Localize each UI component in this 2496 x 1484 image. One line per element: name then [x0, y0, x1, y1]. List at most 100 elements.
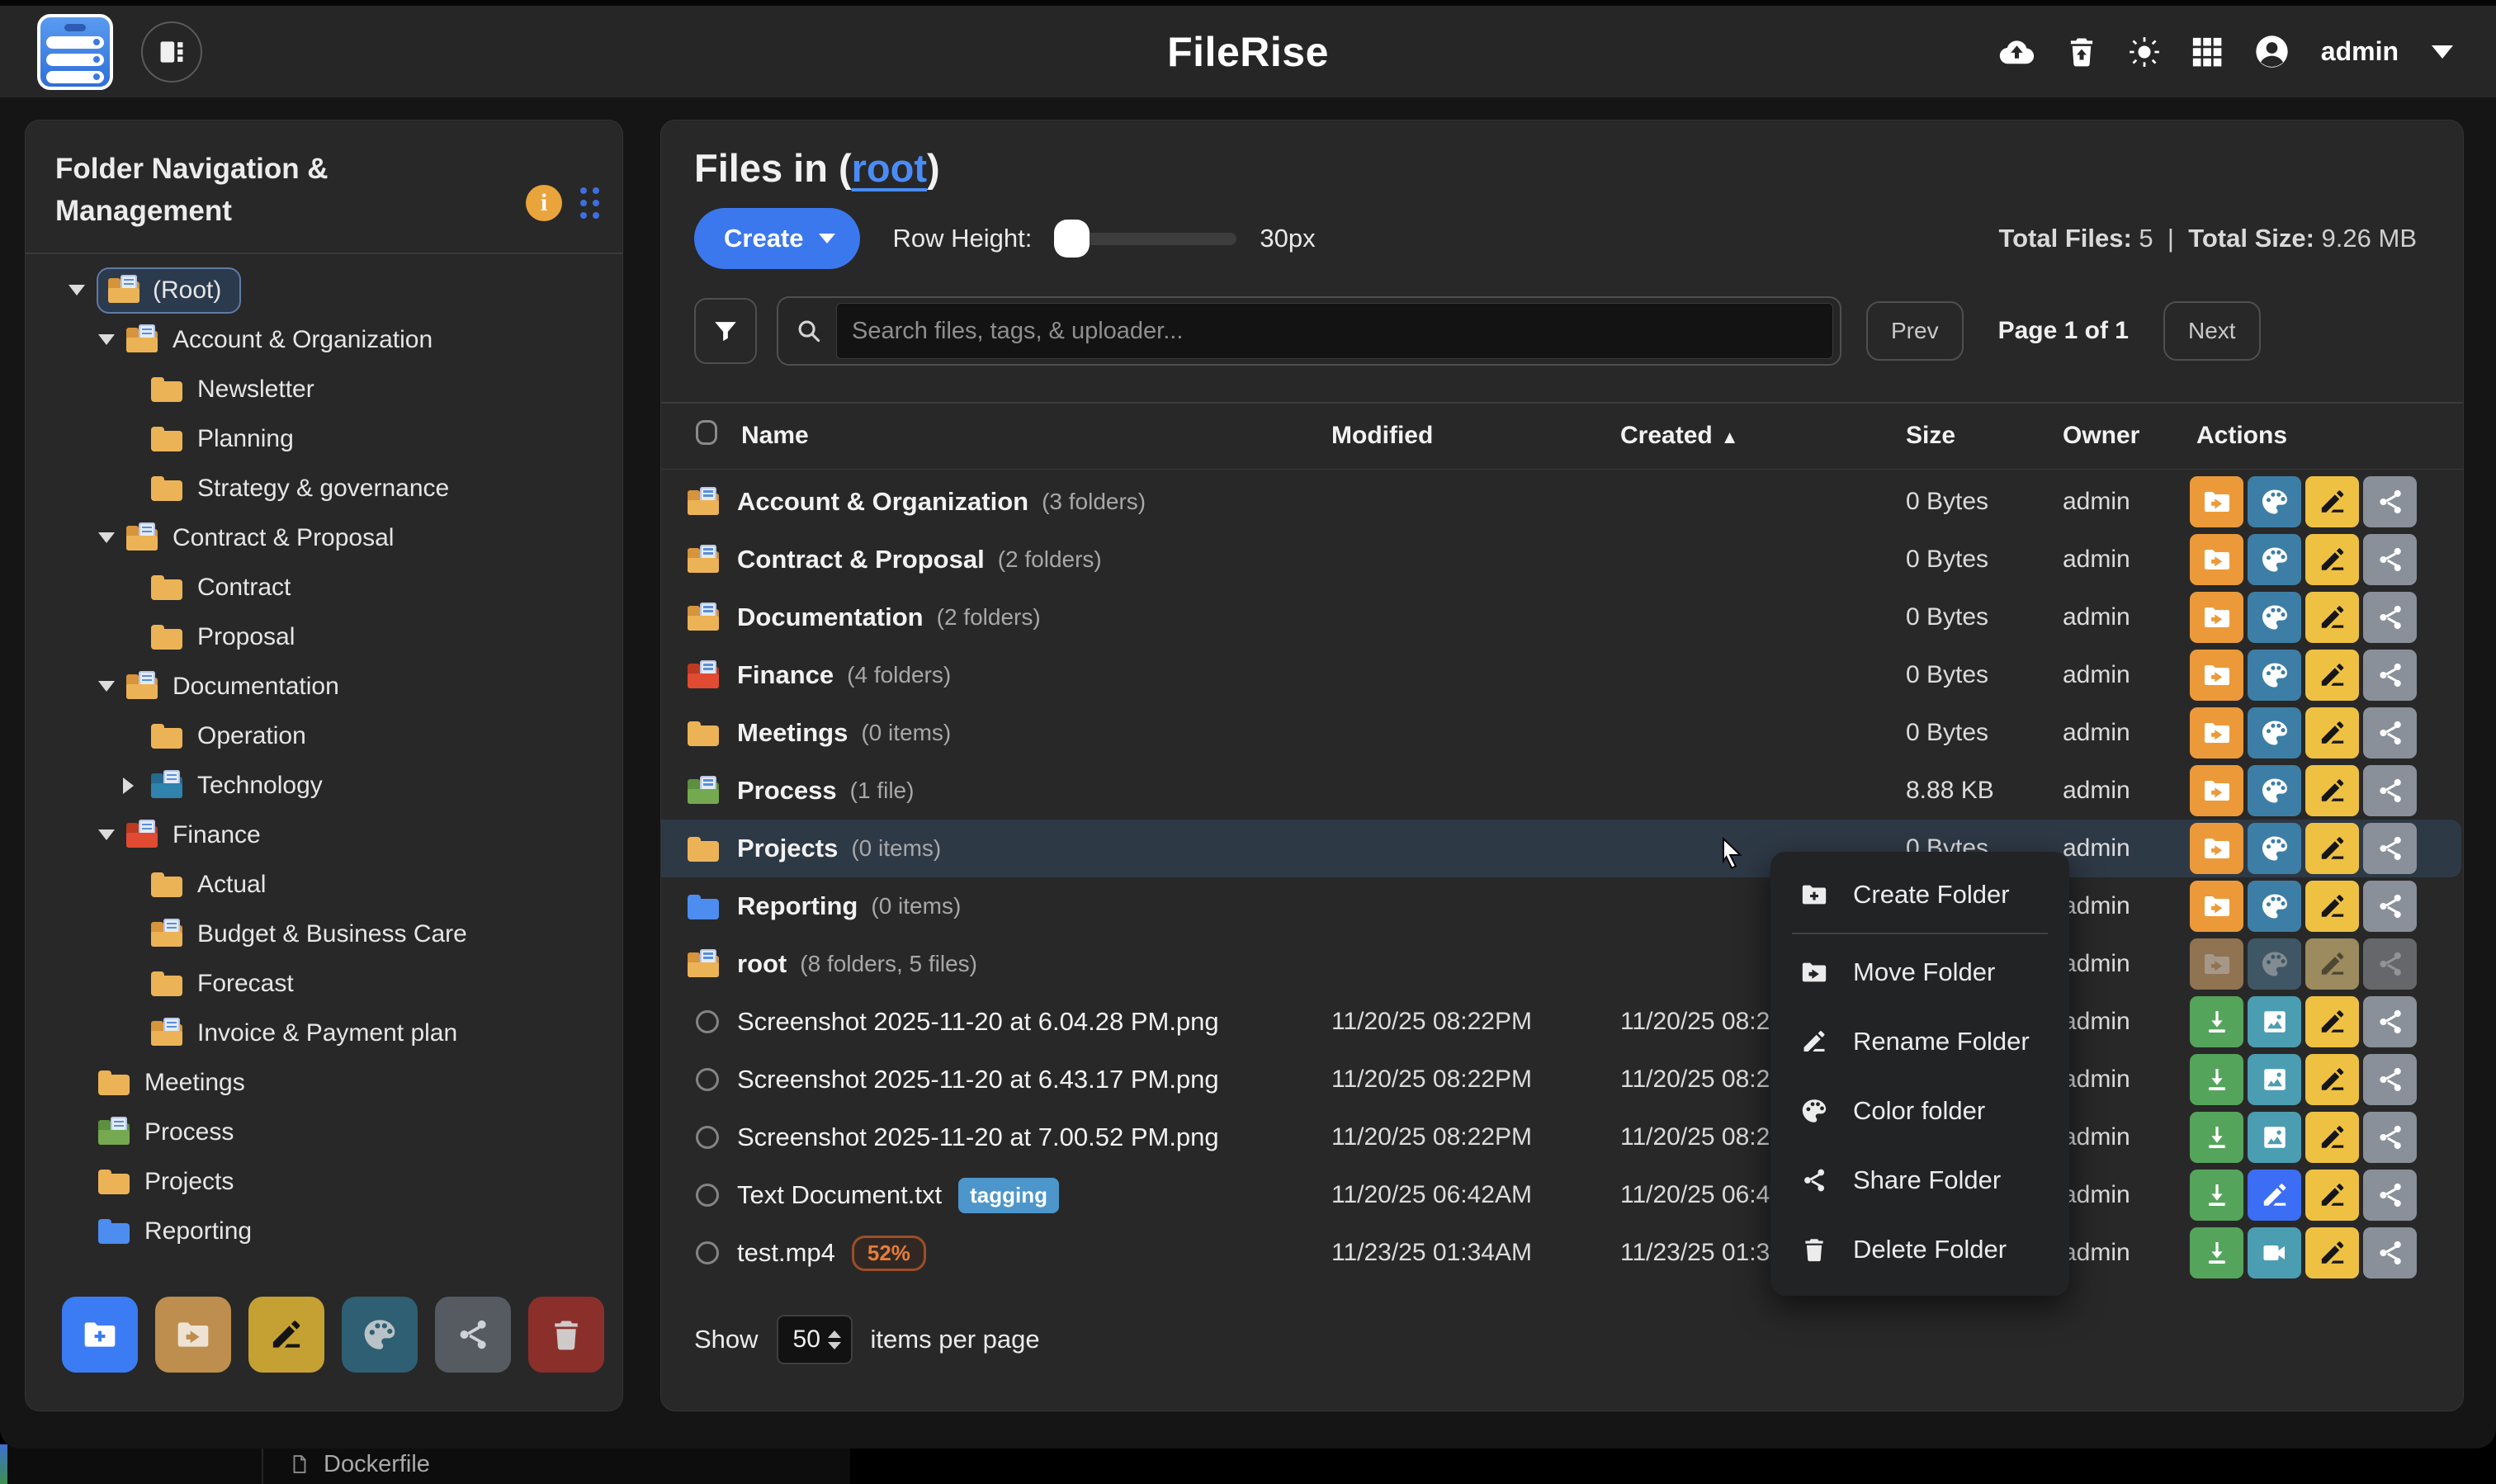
download-action-button[interactable]	[2190, 1112, 2243, 1163]
table-row-folder[interactable]: Account & Organization(3 folders) 0 Byte…	[694, 473, 2430, 531]
move-folder-action-button[interactable]	[2190, 592, 2243, 643]
rename-action-button[interactable]	[2305, 1227, 2359, 1278]
row-checkbox[interactable]	[696, 1241, 719, 1264]
share-action-button[interactable]	[2363, 765, 2417, 816]
move-folder-action-button[interactable]	[2190, 476, 2243, 527]
caret-down-icon[interactable]	[98, 681, 126, 692]
user-menu-label[interactable]: admin	[2321, 36, 2399, 67]
context-menu-item-move-folder[interactable]: Move Folder	[1770, 938, 2069, 1007]
sun-icon[interactable]	[2127, 35, 2162, 69]
column-header-created[interactable]: Created▲	[1620, 422, 1739, 450]
rename-action-button[interactable]	[2305, 650, 2359, 701]
play-video-action-button[interactable]	[2248, 1227, 2301, 1278]
tree-item[interactable]: Proposal	[26, 612, 622, 662]
caret-down-icon[interactable]	[98, 334, 126, 345]
tree-item[interactable]: Meetings	[26, 1058, 622, 1108]
move-folder-action-button[interactable]	[2190, 650, 2243, 701]
user-avatar-icon[interactable]	[2253, 32, 2291, 71]
tree-item[interactable]: Contract & Proposal	[26, 513, 622, 563]
rename-action-button[interactable]	[2305, 1170, 2359, 1221]
table-row-folder[interactable]: Finance(4 folders) 0 Bytesadmin	[694, 646, 2430, 704]
rename-action-button[interactable]	[2305, 534, 2359, 585]
caret-down-icon[interactable]	[2432, 45, 2453, 59]
column-header-name[interactable]: Name	[741, 422, 809, 450]
drag-handle-icon[interactable]	[580, 187, 599, 219]
share-action-button[interactable]	[2363, 592, 2417, 643]
share-action-button[interactable]	[2363, 1112, 2417, 1163]
share-folder-button[interactable]	[435, 1297, 511, 1373]
root-breadcrumb-link[interactable]: root	[852, 146, 927, 190]
caret-down-icon[interactable]	[98, 829, 126, 840]
tree-item[interactable]: Newsletter	[26, 365, 622, 414]
tree-item-root[interactable]: (Root)	[26, 266, 622, 315]
rename-action-button[interactable]	[2305, 823, 2359, 874]
rename-folder-button[interactable]	[248, 1297, 324, 1373]
caret-down-icon[interactable]	[98, 532, 126, 543]
share-action-button[interactable]	[2363, 707, 2417, 759]
table-row-folder[interactable]: Reporting(0 items) admin	[694, 877, 2430, 935]
color-folder-action-button[interactable]	[2248, 881, 2301, 932]
panel-toggle-button[interactable]	[141, 21, 202, 83]
download-action-button[interactable]	[2190, 1227, 2243, 1278]
color-folder-action-button[interactable]	[2248, 707, 2301, 759]
preview-image-action-button[interactable]	[2248, 1112, 2301, 1163]
grid-icon[interactable]	[2190, 35, 2224, 69]
select-all-checkbox[interactable]	[696, 420, 717, 445]
color-folder-action-button[interactable]	[2248, 765, 2301, 816]
row-checkbox[interactable]	[696, 1010, 719, 1033]
rename-action-button[interactable]	[2305, 476, 2359, 527]
preview-image-action-button[interactable]	[2248, 996, 2301, 1047]
color-folder-action-button[interactable]	[2248, 823, 2301, 874]
page-size-select[interactable]: 50	[777, 1315, 853, 1364]
tree-item[interactable]: Operation	[26, 711, 622, 761]
tree-item[interactable]: Contract	[26, 563, 622, 612]
tree-item[interactable]: Strategy & governance	[26, 464, 622, 513]
share-action-button[interactable]	[2363, 996, 2417, 1047]
share-action-button[interactable]	[2363, 1227, 2417, 1278]
context-menu-item-color-folder[interactable]: Color folder	[1770, 1076, 2069, 1146]
prev-page-button[interactable]: Prev	[1866, 301, 1964, 361]
row-checkbox[interactable]	[696, 1184, 719, 1207]
share-action-button[interactable]	[2363, 881, 2417, 932]
move-folder-action-button[interactable]	[2190, 881, 2243, 932]
filerise-logo[interactable]	[37, 14, 113, 90]
row-checkbox[interactable]	[696, 1126, 719, 1149]
share-action-button[interactable]	[2363, 476, 2417, 527]
tree-item[interactable]: Budget & Business Care	[26, 910, 622, 959]
table-row-file[interactable]: test.mp452% 11/23/25 01:34AM11/23/25 01:…	[694, 1224, 2430, 1282]
context-menu-item-rename-folder[interactable]: Rename Folder	[1770, 1007, 2069, 1076]
tree-item[interactable]: Projects	[26, 1157, 622, 1207]
tree-item[interactable]: Finance	[26, 811, 622, 860]
delete-folder-button[interactable]	[528, 1297, 604, 1373]
create-button[interactable]: Create	[694, 208, 860, 269]
slider-thumb[interactable]	[1054, 220, 1090, 258]
color-folder-action-button[interactable]	[2248, 534, 2301, 585]
tree-item[interactable]: Forecast	[26, 959, 622, 1009]
next-page-button[interactable]: Next	[2163, 301, 2261, 361]
filter-button[interactable]	[694, 298, 757, 364]
caret-down-icon[interactable]	[69, 285, 97, 295]
move-folder-action-button[interactable]	[2190, 765, 2243, 816]
share-action-button[interactable]	[2363, 1170, 2417, 1221]
color-folder-action-button[interactable]	[2248, 592, 2301, 643]
table-row-folder[interactable]: Documentation(2 folders) 0 Bytesadmin	[694, 588, 2430, 646]
table-row-folder[interactable]: Contract & Proposal(2 folders) 0 Bytesad…	[694, 531, 2430, 588]
column-header-owner[interactable]: Owner	[2063, 422, 2139, 450]
rename-action-button[interactable]	[2305, 996, 2359, 1047]
cloud-upload-icon[interactable]	[1997, 32, 2036, 71]
context-menu-item-delete-folder[interactable]: Delete Folder	[1770, 1215, 2069, 1284]
move-folder-action-button[interactable]	[2190, 534, 2243, 585]
color-folder-action-button[interactable]	[2248, 476, 2301, 527]
selected-folder-pill[interactable]: (Root)	[97, 267, 241, 314]
tree-item[interactable]: Account & Organization	[26, 315, 622, 365]
tree-item[interactable]: Reporting	[26, 1207, 622, 1256]
row-height-slider[interactable]	[1057, 233, 1236, 245]
caret-right-icon[interactable]	[123, 777, 151, 794]
share-action-button[interactable]	[2363, 534, 2417, 585]
tree-item[interactable]: Invoice & Payment plan	[26, 1009, 622, 1058]
context-menu-item-create-folder[interactable]: Create Folder	[1770, 860, 2069, 929]
context-menu-item-share-folder[interactable]: Share Folder	[1770, 1146, 2069, 1215]
table-row-folder-disabled[interactable]: root(8 folders, 5 files) admin	[694, 935, 2430, 993]
search-input[interactable]	[836, 303, 1833, 359]
edit-file-action-button[interactable]	[2248, 1170, 2301, 1221]
